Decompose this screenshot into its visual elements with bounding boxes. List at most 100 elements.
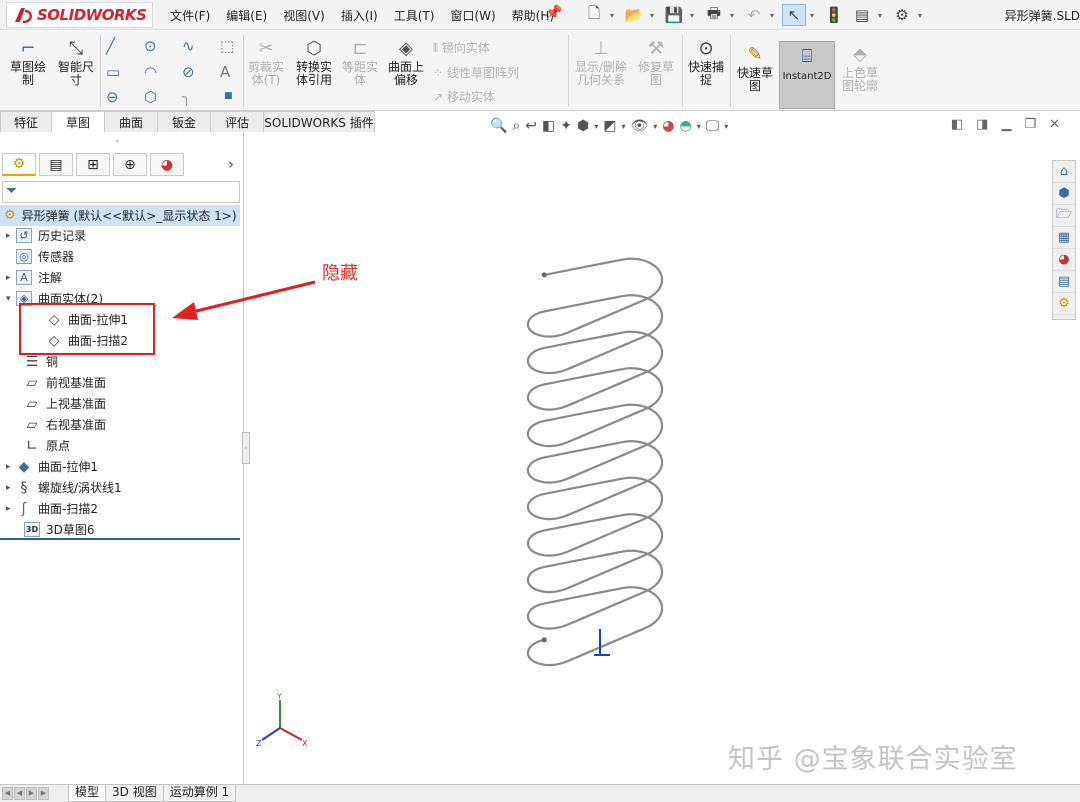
spring-start-point[interactable] xyxy=(541,272,547,278)
configuration-manager-tab-icon[interactable]: ⊞ xyxy=(76,153,110,176)
part-root-node[interactable]: ⚙ 异形弹簧 (默认<<默认>_显示状态 1>) xyxy=(0,205,240,226)
solidworks-logo[interactable]: SOLIDWORKS xyxy=(6,2,154,28)
menu-window[interactable]: 窗口(W) xyxy=(450,7,495,24)
file-properties-icon[interactable]: ▤ xyxy=(850,4,874,26)
dropdown-arrow-icon[interactable]: ▾ xyxy=(594,122,598,131)
polygon-icon[interactable]: ⬡ xyxy=(144,88,157,106)
property-manager-tab-icon[interactable]: ▤ xyxy=(39,153,73,176)
dropdown-arrow-icon[interactable]: ▾ xyxy=(918,11,926,20)
design-library-icon[interactable]: ⬢ xyxy=(1053,183,1075,205)
point-icon[interactable]: ■ xyxy=(224,91,233,101)
first-tab-icon[interactable]: ◀ xyxy=(2,787,13,800)
next-tab-icon[interactable]: ▶ xyxy=(26,787,37,800)
file-explorer-icon[interactable]: 🗁 xyxy=(1053,205,1075,227)
options-gear-icon[interactable]: ⚙ xyxy=(890,4,914,26)
prev-tab-icon[interactable]: ◀ xyxy=(14,787,25,800)
tab-evaluate[interactable]: 评估 xyxy=(210,111,264,132)
dropdown-arrow-icon[interactable]: ▾ xyxy=(653,122,657,131)
display-style-icon[interactable]: ◩ xyxy=(603,118,616,134)
restore-icon[interactable]: ❐ xyxy=(1024,117,1036,132)
rectangle-icon[interactable]: ▭ xyxy=(106,63,120,81)
tree-item-history[interactable]: ▸ ↺ 历史记录 xyxy=(6,225,86,246)
expand-arrow-icon[interactable]: ▸ xyxy=(6,483,16,493)
view-settings-icon[interactable]: 🖵 xyxy=(706,118,720,134)
menu-insert[interactable]: 插入(I) xyxy=(341,7,378,24)
zoom-to-fit-icon[interactable]: 🔍 xyxy=(490,118,507,134)
tab-sketch[interactable]: 草图 xyxy=(51,111,105,132)
shaded-sketch-contours-button[interactable]: ⬘ 上色草 图轮廓 xyxy=(838,45,882,93)
dimxpert-tab-icon[interactable]: ⊕ xyxy=(113,153,147,176)
tree-item-sensors[interactable]: ◎ 传感器 xyxy=(6,246,74,267)
appearance-icon[interactable]: ◕ xyxy=(662,118,674,134)
rebuild-icon[interactable]: 🚦 xyxy=(822,4,846,26)
collapse-arrow-icon[interactable]: ▾ xyxy=(6,294,16,304)
scene-icon[interactable]: ◓ xyxy=(680,118,692,134)
tab-sheet-metal[interactable]: 钣金 xyxy=(157,111,211,132)
hide-show-icon[interactable]: 👁 xyxy=(630,118,648,134)
custom-properties-icon[interactable]: ▤ xyxy=(1053,271,1075,293)
sketch-button[interactable]: ⌐ 草图绘 制 xyxy=(6,39,50,87)
dropdown-arrow-icon[interactable]: ▾ xyxy=(697,122,701,131)
dropdown-arrow-icon[interactable]: ▾ xyxy=(650,11,658,20)
tree-item-top-plane[interactable]: ▱ 上视基准面 xyxy=(14,393,106,414)
dropdown-arrow-icon[interactable]: ▾ xyxy=(690,11,698,20)
tab-addins[interactable]: SOLIDWORKS 插件 xyxy=(263,111,375,132)
section-view-icon[interactable]: ◧ xyxy=(542,118,555,134)
ellipse-icon[interactable]: ⊘ xyxy=(182,63,195,81)
rollback-bar[interactable] xyxy=(0,538,240,540)
fillet-icon[interactable]: ╮ xyxy=(182,88,191,106)
tile-left-icon[interactable]: ◧ xyxy=(951,117,963,132)
dropdown-arrow-icon[interactable]: ▾ xyxy=(730,11,738,20)
minimize-icon[interactable]: ▁ xyxy=(1001,117,1011,132)
spline-icon[interactable]: ∿ xyxy=(182,37,195,55)
expand-arrow-icon[interactable]: ▸ xyxy=(6,504,16,514)
quick-snaps-button[interactable]: ⊙ 快速捕 捉 xyxy=(684,39,728,87)
panel-grip-icon[interactable]: ⚬ xyxy=(114,137,121,146)
panel-splitter[interactable]: ‹ xyxy=(242,432,250,464)
open-icon[interactable]: 📂 xyxy=(622,4,646,26)
dropdown-arrow-icon[interactable]: ▾ xyxy=(878,11,886,20)
tree-filter[interactable]: ⏷ xyxy=(2,181,240,203)
display-delete-relations-button[interactable]: ⊥ 显示/删除 几何关系 xyxy=(572,39,630,87)
convert-entities-button[interactable]: ⬡ 转换实 体引用 xyxy=(292,39,336,87)
feature-tree-tab-icon[interactable]: ⚙ xyxy=(2,153,36,176)
slot-icon[interactable]: ⊖ xyxy=(106,88,119,106)
line-icon[interactable]: ╱ xyxy=(106,37,115,55)
tab-motion-study[interactable]: 运动算例 1 xyxy=(162,785,237,802)
last-tab-icon[interactable]: ▶ xyxy=(38,787,49,800)
appearances-icon[interactable]: ◕ xyxy=(1053,249,1075,271)
menu-view[interactable]: 视图(V) xyxy=(283,7,325,24)
rapid-sketch-button[interactable]: ✎ 快速草 图 xyxy=(734,45,776,93)
tree-item-origin[interactable]: ∟ 原点 xyxy=(14,435,70,456)
dropdown-arrow-icon[interactable]: ▾ xyxy=(724,122,728,131)
tab-features[interactable]: 特征 xyxy=(0,111,52,132)
select-cursor-icon[interactable]: ↖ xyxy=(782,4,806,26)
save-icon[interactable]: 💾 xyxy=(662,4,686,26)
expand-arrow-icon[interactable]: ▸ xyxy=(6,231,16,241)
dynamic-annotation-icon[interactable]: ✦ xyxy=(560,118,572,134)
offset-entities-button[interactable]: ⊏ 等距实 体 xyxy=(338,39,382,87)
tree-item-surface-extrude-feature[interactable]: ▸ ◆ 曲面-拉伸1 xyxy=(6,456,98,477)
tree-item-surface-sweep-feature[interactable]: ▸ ʃ 曲面-扫描2 xyxy=(6,498,98,519)
repair-sketch-button[interactable]: ⚒ 修复草 图 xyxy=(634,39,678,87)
tile-right-icon[interactable]: ◨ xyxy=(976,117,988,132)
expand-arrow-icon[interactable]: ▸ xyxy=(6,273,16,283)
tree-item-right-plane[interactable]: ▱ 右视基准面 xyxy=(14,414,106,435)
menu-edit[interactable]: 编辑(E) xyxy=(226,7,267,24)
dropdown-arrow-icon[interactable]: ▾ xyxy=(810,11,818,20)
tab-model[interactable]: 模型 xyxy=(68,785,107,802)
menu-tools[interactable]: 工具(T) xyxy=(394,7,435,24)
circle-icon[interactable]: ⊙ xyxy=(144,37,157,55)
arc-icon[interactable]: ◠ xyxy=(144,63,157,81)
trim-button[interactable]: ✂ 剪裁实 体(T) xyxy=(246,39,286,87)
tree-item-front-plane[interactable]: ▱ 前视基准面 xyxy=(14,372,106,393)
instant2d-button[interactable]: ⌸ Instant2D xyxy=(779,41,835,109)
tree-item-3d-sketch[interactable]: 3D 3D草图6 xyxy=(14,519,95,540)
dropdown-arrow-icon[interactable]: ▾ xyxy=(770,11,778,20)
tree-item-helix[interactable]: ▸ § 螺旋线/涡状线1 xyxy=(6,477,122,498)
chevron-right-icon[interactable]: › xyxy=(228,155,234,173)
pin-icon[interactable]: 📌 xyxy=(545,5,562,21)
close-icon[interactable]: ✕ xyxy=(1049,117,1060,132)
new-document-icon[interactable]: 🗋 xyxy=(582,4,606,26)
menu-file[interactable]: 文件(F) xyxy=(170,7,210,24)
